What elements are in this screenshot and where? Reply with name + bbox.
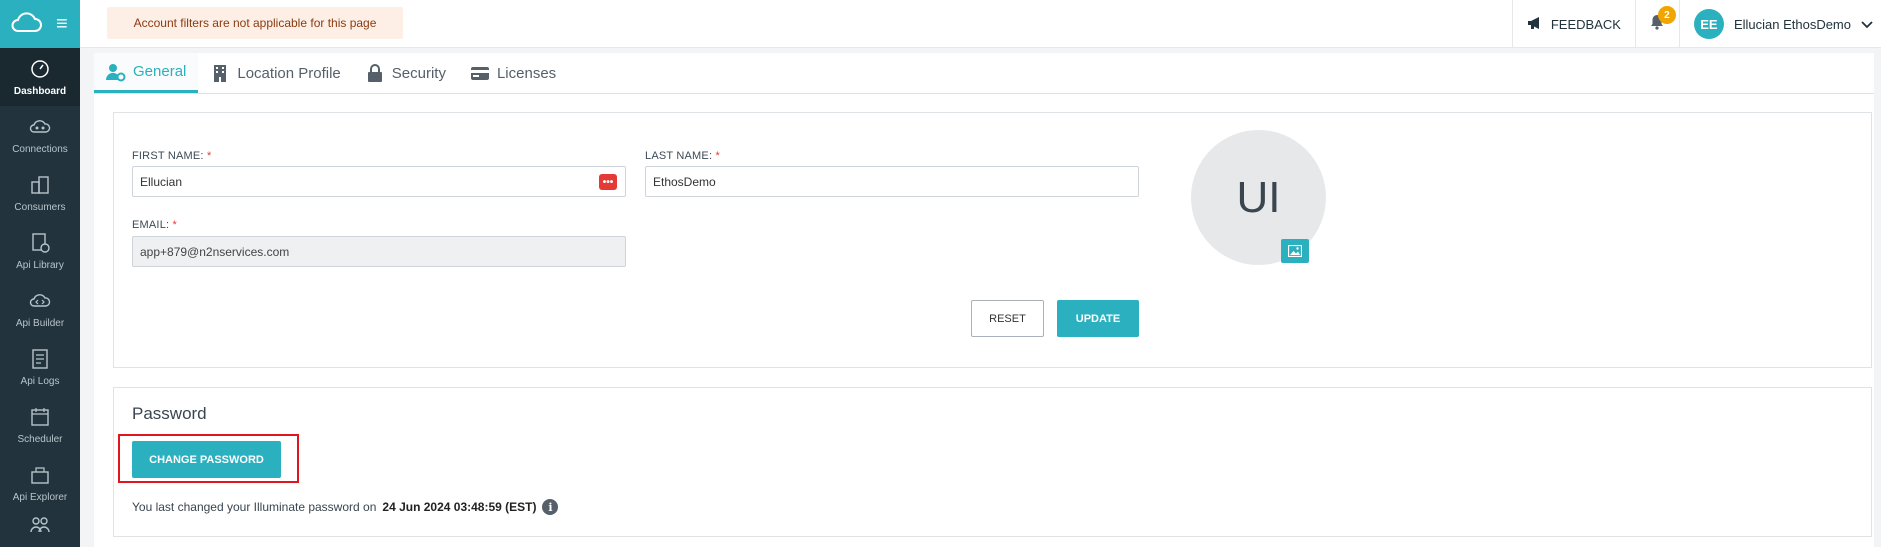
tab-licenses[interactable]: Licenses	[458, 53, 568, 93]
megaphone-icon	[1527, 16, 1543, 33]
required-mark: *	[172, 219, 178, 231]
sidebar-item-label: Api Logs	[20, 376, 60, 387]
api-library-icon	[32, 233, 50, 253]
consumers-icon	[31, 176, 49, 194]
email-label-text: EMAIL:	[132, 219, 170, 231]
email-field: app+879@n2nservices.com	[132, 236, 626, 267]
profile-tabs: General Location Profile Security Licens…	[94, 53, 1874, 94]
user-menu[interactable]: EE Ellucian EthosDemo	[1678, 0, 1881, 48]
sidebar-item-label: Connections	[12, 144, 68, 155]
api-logs-icon	[32, 349, 48, 369]
account-filter-alert: Account filters are not applicable for t…	[107, 7, 403, 39]
sidebar-item-api-logs[interactable]: Api Logs	[0, 338, 80, 396]
password-manager-icon[interactable]: •••	[599, 174, 617, 190]
change-password-button[interactable]: CHANGE PASSWORD	[132, 441, 281, 478]
user-gear-icon	[106, 63, 126, 81]
hamburger-menu-icon[interactable]: ≡	[56, 14, 68, 34]
notifications-button[interactable]: 2	[1634, 0, 1679, 48]
top-right-actions: FEEDBACK 2 EE Ellucian EthosDemo	[1511, 0, 1881, 48]
note-prefix: You last changed your Illuminate passwor…	[132, 500, 377, 514]
api-builder-icon	[29, 294, 51, 307]
notification-badge: 2	[1657, 6, 1676, 24]
required-mark: *	[715, 150, 720, 162]
avatar: EE	[1693, 9, 1724, 39]
sidebar-item-api-library[interactable]: Api Library	[0, 222, 80, 280]
password-card: Password CHANGE PASSWORD You last change…	[113, 387, 1872, 537]
required-mark: *	[206, 150, 212, 162]
top-bar: Account filters are not applicable for t…	[80, 0, 1881, 48]
profile-card: FIRST NAME: * Ellucian ••• LAST NAME: * …	[113, 112, 1872, 368]
feedback-label: FEEDBACK	[1550, 16, 1621, 32]
sidebar-item-api-builder[interactable]: Api Builder	[0, 280, 80, 338]
tab-security[interactable]: Security	[353, 53, 458, 93]
note-date: 24 Jun 2024 03:48:59 (EST)	[382, 500, 537, 514]
feedback-button[interactable]: FEEDBACK	[1511, 0, 1635, 48]
sidebar: ≡ Dashboard Connections Consumers Api Li…	[0, 0, 80, 547]
sidebar-item-label: Api Library	[16, 260, 64, 271]
email-value: app+879@n2nservices.com	[140, 244, 290, 259]
first-name-field[interactable]: Ellucian •••	[132, 166, 626, 197]
sidebar-item-scheduler[interactable]: Scheduler	[0, 396, 80, 454]
sidebar-item-label: Consumers	[14, 202, 66, 213]
users-icon	[30, 517, 50, 533]
tab-label: Licenses	[496, 64, 557, 82]
first-name-label-text: FIRST NAME:	[132, 150, 204, 162]
info-icon[interactable]: i	[542, 499, 559, 515]
first-name-value: Ellucian	[140, 174, 183, 189]
email-label: EMAIL: *	[132, 219, 177, 231]
api-explorer-icon	[31, 467, 49, 484]
change-photo-button[interactable]	[1281, 239, 1309, 263]
sidebar-item-label: Api Explorer	[12, 492, 68, 503]
last-name-value: EthosDemo	[653, 174, 716, 189]
sidebar-item-users[interactable]	[0, 512, 80, 542]
tab-label: Location Profile	[237, 64, 341, 82]
tab-location-profile[interactable]: Location Profile	[198, 53, 352, 93]
dashboard-icon	[31, 60, 49, 78]
tab-general[interactable]: General	[94, 53, 199, 93]
last-name-label-text: LAST NAME:	[645, 150, 713, 162]
card-icon	[470, 67, 489, 80]
lock-icon	[367, 64, 382, 82]
sidebar-item-label: Scheduler	[17, 434, 63, 445]
scheduler-icon	[31, 408, 49, 426]
tab-label: Security	[391, 64, 446, 82]
tab-label: General	[133, 63, 187, 80]
sidebar-item-api-explorer[interactable]: Api Explorer	[0, 454, 80, 512]
sidebar-item-label: Api Builder	[15, 318, 65, 329]
reset-button[interactable]: RESET	[971, 300, 1044, 337]
first-name-label: FIRST NAME: *	[132, 150, 211, 162]
sidebar-item-consumers[interactable]: Consumers	[0, 164, 80, 222]
sidebar-item-dashboard[interactable]: Dashboard	[0, 48, 80, 106]
cloud-logo-icon[interactable]	[10, 11, 42, 38]
last-name-field[interactable]: EthosDemo	[645, 166, 1139, 197]
building-icon	[214, 65, 227, 82]
image-icon	[1288, 245, 1302, 257]
password-section-title: Password	[132, 404, 207, 423]
sidebar-item-label: Dashboard	[13, 86, 67, 97]
content-area: FIRST NAME: * Ellucian ••• LAST NAME: * …	[94, 94, 1874, 547]
user-name: Ellucian EthosDemo	[1733, 16, 1851, 32]
update-button[interactable]: UPDATE	[1057, 300, 1139, 337]
sidebar-brand: ≡	[0, 0, 80, 48]
last-name-label: LAST NAME: *	[645, 150, 720, 162]
sidebar-item-connections[interactable]: Connections	[0, 106, 80, 164]
chevron-down-icon	[1861, 17, 1873, 32]
connections-icon	[29, 120, 51, 133]
password-last-changed-note: You last changed your Illuminate passwor…	[132, 499, 559, 515]
